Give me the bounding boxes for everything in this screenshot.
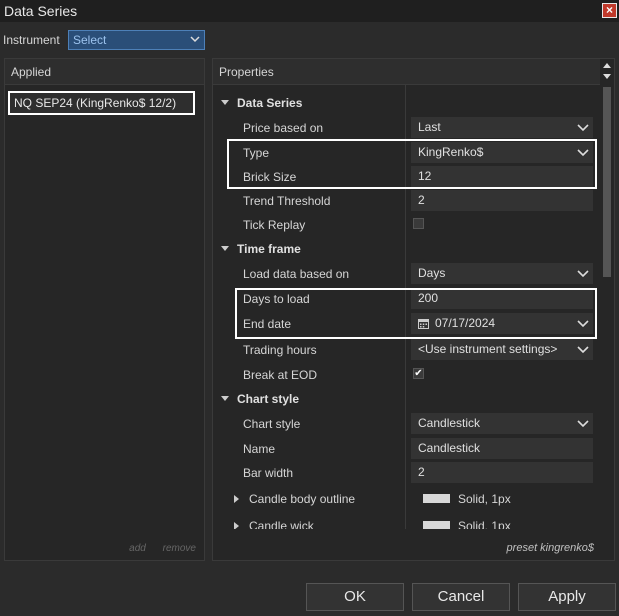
prop-label-candle-body-outline: Candle body outline — [249, 492, 356, 506]
trading-hours-select[interactable]: <Use instrument settings> — [411, 339, 593, 360]
type-brick-highlight — [227, 139, 597, 189]
instrument-select-value: Select — [73, 33, 107, 47]
chevron-down-icon — [577, 346, 589, 354]
section-title-time-frame: Time frame — [237, 242, 301, 256]
trading-hours-value: <Use instrument settings> — [418, 342, 558, 356]
tick-replay-checkbox[interactable] — [413, 218, 424, 229]
chart-style-select[interactable]: Candlestick — [411, 413, 593, 434]
applied-footer: add remove — [115, 543, 196, 554]
preset-link[interactable]: preset kingrenko$ — [507, 542, 594, 554]
section-chart-style[interactable]: Chart style — [213, 387, 600, 412]
chevron-down-icon — [577, 420, 589, 428]
name-value: Candlestick — [418, 441, 481, 455]
price-based-on-value: Last — [418, 120, 441, 134]
section-title-chart-style: Chart style — [237, 392, 300, 406]
prop-label-chart-style: Chart style — [243, 417, 301, 431]
section-title-data-series: Data Series — [237, 96, 303, 110]
prop-row-load-data-based-on: Load data based on Days — [213, 262, 600, 287]
trend-threshold-input[interactable]: 2 — [411, 190, 593, 211]
applied-item-nq-sep24[interactable]: NQ SEP24 (KingRenko$ 12/2) — [8, 91, 195, 115]
chevron-down-icon — [577, 270, 589, 278]
collapse-arrow-icon[interactable] — [221, 396, 229, 401]
prop-row-price-based-on: Price based on Last — [213, 116, 600, 141]
prop-label-load-data-based-on: Load data based on — [243, 267, 350, 281]
properties-scrollbar[interactable] — [600, 59, 614, 529]
add-link[interactable]: add — [129, 543, 146, 554]
prop-label-trading-hours: Trading hours — [243, 343, 317, 357]
scroll-thumb[interactable] — [603, 87, 611, 277]
prop-label-price-based-on: Price based on — [243, 121, 324, 135]
prop-label-tick-replay: Tick Replay — [243, 218, 306, 232]
section-time-frame[interactable]: Time frame — [213, 237, 600, 262]
bar-width-value: 2 — [418, 465, 425, 479]
instrument-select[interactable]: Select — [68, 30, 205, 50]
prop-label-trend-threshold: Trend Threshold — [243, 194, 331, 208]
applied-panel: Applied NQ SEP24 (KingRenko$ 12/2) add r… — [4, 58, 205, 561]
scroll-down-icon[interactable] — [603, 74, 611, 79]
prop-row-tick-replay: Tick Replay — [213, 213, 600, 238]
prop-label-break-at-eod: Break at EOD — [243, 368, 318, 382]
title-bar: Data Series × — [0, 0, 619, 22]
prop-row-trading-hours: Trading hours <Use instrument settings> — [213, 338, 600, 363]
scroll-up-icon[interactable] — [603, 63, 611, 68]
break-at-eod-checkbox[interactable]: ✔ — [413, 368, 424, 379]
chart-style-value: Candlestick — [418, 416, 481, 430]
section-data-series[interactable]: Data Series — [213, 91, 600, 116]
price-based-on-select[interactable]: Last — [411, 117, 593, 138]
stroke-swatch — [423, 494, 450, 503]
prop-row-trend-threshold: Trend Threshold 2 — [213, 189, 600, 214]
prop-row-break-at-eod: Break at EOD ✔ — [213, 363, 600, 388]
bar-width-input[interactable]: 2 — [411, 462, 593, 483]
remove-link[interactable]: remove — [163, 543, 196, 554]
expand-arrow-icon[interactable] — [234, 495, 239, 503]
apply-button[interactable]: Apply — [518, 583, 616, 611]
instrument-label: Instrument — [3, 33, 60, 47]
prop-row-candle-body-outline[interactable]: Candle body outline Solid, 1px — [213, 487, 600, 512]
days-end-date-highlight — [235, 288, 597, 339]
applied-header: Applied — [5, 59, 204, 85]
load-data-based-on-value: Days — [418, 266, 446, 280]
ok-button[interactable]: OK — [306, 583, 404, 611]
prop-label-name: Name — [243, 442, 276, 456]
close-icon[interactable]: × — [602, 3, 617, 18]
collapse-arrow-icon[interactable] — [221, 246, 229, 251]
candle-body-outline-value: Solid, 1px — [458, 492, 511, 506]
prop-label-bar-width: Bar width — [243, 466, 294, 480]
chevron-down-icon — [190, 36, 200, 43]
properties-footer: preset kingrenko$ — [213, 529, 614, 560]
prop-row-bar-width: Bar width 2 — [213, 461, 600, 486]
instrument-row: Instrument Select — [0, 28, 619, 52]
properties-header: Properties — [213, 59, 600, 85]
name-input[interactable]: Candlestick — [411, 438, 593, 459]
collapse-arrow-icon[interactable] — [221, 100, 229, 105]
load-data-based-on-select[interactable]: Days — [411, 263, 593, 284]
prop-row-chart-style: Chart style Candlestick — [213, 412, 600, 437]
window-title: Data Series — [4, 3, 78, 19]
trend-threshold-value: 2 — [418, 193, 425, 207]
cancel-button[interactable]: Cancel — [412, 583, 510, 611]
chevron-down-icon — [577, 124, 589, 132]
properties-panel: Properties Data Series Price based on La… — [212, 58, 615, 561]
prop-row-name: Name Candlestick — [213, 437, 600, 462]
